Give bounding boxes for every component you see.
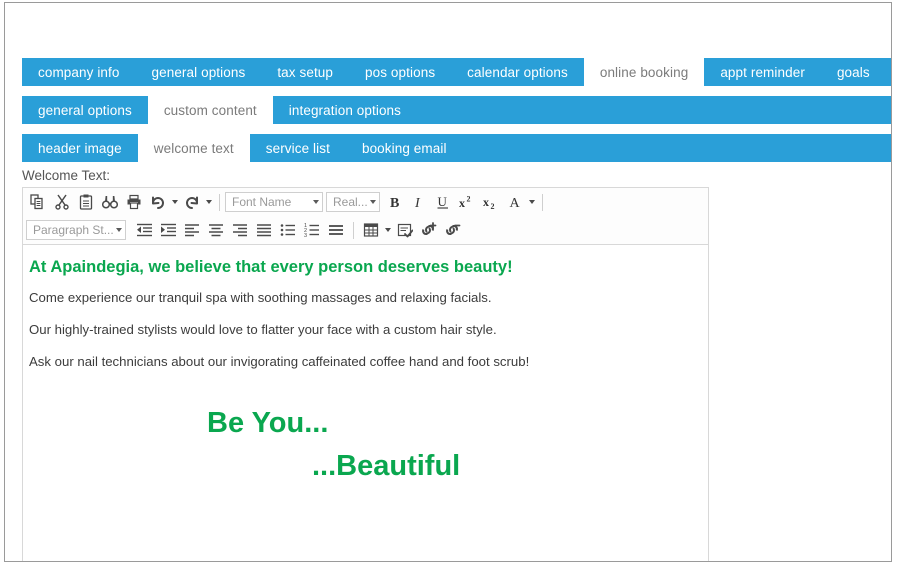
table-dropdown-caret[interactable] (383, 218, 393, 242)
table-icon[interactable] (359, 218, 383, 242)
slogan-line-2: ...Beautiful (312, 450, 461, 482)
toolbar-row-formatting: Font Name Real... B I U x 2 x 2 A (23, 188, 708, 216)
redo-dropdown-caret[interactable] (204, 190, 214, 214)
chevron-down-icon (116, 228, 122, 232)
font-color-dropdown-caret[interactable] (527, 190, 537, 214)
copy-icon[interactable] (26, 190, 50, 214)
paragraph-style-value: Paragraph St... (33, 223, 114, 237)
editor-right-divider (709, 187, 710, 561)
superscript-icon[interactable]: x 2 (455, 190, 479, 214)
toolbar-separator (353, 221, 354, 239)
increase-indent-icon[interactable] (156, 218, 180, 242)
toolbar-separator (542, 193, 543, 211)
chevron-down-icon (370, 200, 376, 204)
svg-text:3: 3 (304, 233, 307, 238)
svg-text:2: 2 (491, 202, 495, 210)
tab-service-list[interactable]: service list (250, 134, 346, 162)
svg-text:x: x (459, 196, 465, 210)
svg-text:A: A (510, 196, 521, 210)
svg-text:I: I (414, 196, 421, 210)
tab-company-info[interactable]: company info (22, 58, 136, 86)
bold-icon[interactable]: B (383, 190, 407, 214)
tab-goals[interactable]: goals (821, 58, 886, 86)
tab-booking-email[interactable]: booking email (346, 134, 463, 162)
tab-online-booking[interactable]: online booking (583, 58, 705, 86)
cut-icon[interactable] (50, 190, 74, 214)
tab-header-image[interactable]: header image (22, 134, 138, 162)
font-size-value: Real... (333, 195, 368, 209)
slogan-line-1: Be You... (207, 407, 329, 439)
font-name-value: Font Name (232, 195, 292, 209)
tab-appt-reminder[interactable]: appt reminder (704, 58, 821, 86)
editor-toolbar: Font Name Real... B I U x 2 x 2 A Paragr… (22, 187, 709, 244)
paste-icon[interactable] (74, 190, 98, 214)
align-justify-icon[interactable] (252, 218, 276, 242)
tab-custom-content[interactable]: custom content (147, 96, 273, 124)
print-icon[interactable] (122, 190, 146, 214)
application-window: company info general options tax setup pos … (4, 2, 892, 562)
svg-text:B: B (390, 196, 399, 210)
align-center-icon[interactable] (204, 218, 228, 242)
subscript-icon[interactable]: x 2 (479, 190, 503, 214)
undo-icon[interactable] (146, 190, 170, 214)
primary-tab-bar: company info general options tax setup pos … (22, 58, 891, 86)
document-paragraph: Come experience our tranquil spa with so… (29, 290, 492, 305)
undo-dropdown-caret[interactable] (170, 190, 180, 214)
toolbar-row-paragraph: Paragraph St... 1 2 3 (23, 216, 708, 244)
font-size-select[interactable]: Real... (326, 192, 380, 212)
align-right-icon[interactable] (228, 218, 252, 242)
paragraph-style-select[interactable]: Paragraph St... (26, 220, 126, 240)
tab-integration-options[interactable]: integration options (273, 96, 417, 124)
tab-calendar-options[interactable]: calendar options (451, 58, 584, 86)
underline-icon[interactable]: U (431, 190, 455, 214)
document-paragraph: Our highly-trained stylists would love t… (29, 322, 497, 337)
toolbar-separator (219, 193, 220, 211)
tab-general-options[interactable]: general options (136, 58, 262, 86)
welcome-text-label: Welcome Text: (22, 168, 111, 183)
numbered-list-icon[interactable]: 1 2 3 (300, 218, 324, 242)
redo-icon[interactable] (180, 190, 204, 214)
form-field-icon[interactable] (393, 218, 417, 242)
document-heading: At Apaindegia, we believe that every per… (29, 258, 513, 276)
secondary-tab-bar: general options custom content integration… (22, 96, 891, 124)
find-icon[interactable] (98, 190, 122, 214)
bullet-list-icon[interactable] (276, 218, 300, 242)
document-paragraph: Ask our nail technicians about our invig… (29, 354, 530, 369)
font-color-icon[interactable]: A (503, 190, 527, 214)
tab-general-options[interactable]: general options (22, 96, 148, 124)
tab-welcome-text[interactable]: welcome text (137, 134, 250, 162)
font-name-select[interactable]: Font Name (225, 192, 323, 212)
remove-link-icon[interactable] (441, 218, 465, 242)
insert-link-icon[interactable] (417, 218, 441, 242)
line-spacing-icon[interactable] (324, 218, 348, 242)
tab-pos-options[interactable]: pos options (349, 58, 451, 86)
italic-icon[interactable]: I (407, 190, 431, 214)
chevron-down-icon (313, 200, 319, 204)
svg-text:x: x (483, 195, 489, 209)
editor-content-area[interactable]: At Apaindegia, we believe that every per… (22, 244, 709, 561)
tab-tax-setup[interactable]: tax setup (261, 58, 349, 86)
tertiary-tab-bar: header image welcome text service list book… (22, 134, 891, 162)
svg-text:2: 2 (467, 195, 471, 204)
svg-text:U: U (438, 194, 448, 209)
align-left-icon[interactable] (180, 218, 204, 242)
rich-text-editor: Font Name Real... B I U x 2 x 2 A Paragr… (22, 187, 709, 561)
document-slogan: Be You... ...Beautiful (29, 407, 696, 483)
decrease-indent-icon[interactable] (132, 218, 156, 242)
